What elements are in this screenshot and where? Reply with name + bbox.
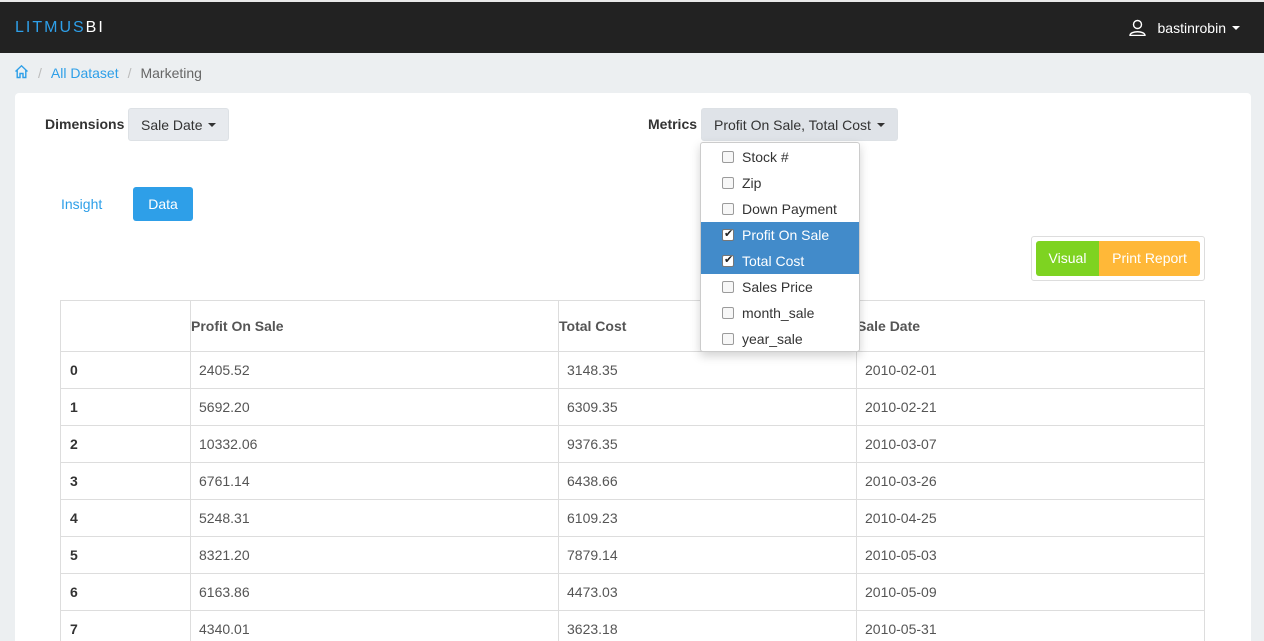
cell-profit-on-sale: 6761.14 — [190, 462, 559, 500]
tab-data[interactable]: Data — [133, 187, 193, 221]
brand-text-primary: LITMUS — [15, 19, 86, 36]
cell-profit-on-sale: 2405.52 — [190, 351, 559, 389]
metrics-dropdown-menu: Stock # Zip Down Payment Profit On Sale … — [700, 142, 860, 352]
row-index: 4 — [60, 499, 191, 537]
column-header-profit-on-sale[interactable]: Profit On Sale — [190, 300, 559, 352]
cell-sale-date: 2010-03-07 — [856, 425, 1205, 463]
brand-text-secondary: BI — [85, 19, 105, 36]
cell-sale-date: 2010-04-25 — [856, 499, 1205, 537]
dimensions-value: Sale Date — [141, 116, 203, 133]
caret-down-icon — [1232, 25, 1240, 30]
view-actions-group: Visual Print Report — [1031, 236, 1205, 281]
data-table: Profit On Sale Total Cost Sale Date 0 24… — [60, 300, 1205, 641]
table-row: 2 10332.06 9376.35 2010-03-07 — [60, 425, 1205, 463]
cell-total-cost: 6109.23 — [558, 499, 857, 537]
cell-sale-date: 2010-02-21 — [856, 388, 1205, 426]
metric-option-month-sale[interactable]: month_sale — [701, 300, 859, 326]
cell-total-cost: 3148.35 — [558, 351, 857, 389]
row-index: 6 — [60, 573, 191, 611]
print-report-button[interactable]: Print Report — [1099, 241, 1200, 276]
checkbox[interactable] — [722, 151, 734, 163]
cell-sale-date: 2010-05-09 — [856, 573, 1205, 611]
row-index: 2 — [60, 425, 191, 463]
metrics-value: Profit On Sale, Total Cost — [714, 116, 871, 133]
table-row: 7 4340.01 3623.18 2010-05-31 — [60, 610, 1205, 641]
home-icon[interactable] — [14, 64, 29, 82]
metric-option-label: Profit On Sale — [742, 227, 830, 243]
table-row: 6 6163.86 4473.03 2010-05-09 — [60, 573, 1205, 611]
table-row: 1 5692.20 6309.35 2010-02-21 — [60, 388, 1205, 426]
metric-option-label: year_sale — [742, 331, 803, 347]
row-index: 0 — [60, 351, 191, 389]
metric-option-down-payment[interactable]: Down Payment — [701, 196, 859, 222]
caret-down-icon — [876, 122, 885, 127]
cell-profit-on-sale: 6163.86 — [190, 573, 559, 611]
row-index: 1 — [60, 388, 191, 426]
cell-total-cost: 6438.66 — [558, 462, 857, 500]
breadcrumb-separator: / — [38, 65, 42, 81]
metric-option-year-sale[interactable]: year_sale — [701, 326, 859, 352]
metric-option-zip[interactable]: Zip — [701, 170, 859, 196]
metric-option-total-cost[interactable]: Total Cost — [701, 248, 859, 274]
breadcrumb-all-dataset[interactable]: All Dataset — [51, 65, 119, 81]
row-index: 3 — [60, 462, 191, 500]
cell-total-cost: 6309.35 — [558, 388, 857, 426]
cell-total-cost: 4473.03 — [558, 573, 857, 611]
cell-sale-date: 2010-03-26 — [856, 462, 1205, 500]
table-row: 5 8321.20 7879.14 2010-05-03 — [60, 536, 1205, 574]
cell-profit-on-sale: 5692.20 — [190, 388, 559, 426]
metric-option-profit-on-sale[interactable]: Profit On Sale — [701, 222, 859, 248]
checkbox[interactable] — [722, 307, 734, 319]
checkbox[interactable] — [722, 203, 734, 215]
table-row: 4 5248.31 6109.23 2010-04-25 — [60, 499, 1205, 537]
metrics-label: Metrics — [648, 116, 698, 132]
brand-logo[interactable]: LITMUSBI — [15, 19, 105, 37]
cell-total-cost: 7879.14 — [558, 536, 857, 574]
metric-option-sales-price[interactable]: Sales Price — [701, 274, 859, 300]
checkbox[interactable] — [722, 333, 734, 345]
table-row: 0 2405.52 3148.35 2010-02-01 — [60, 351, 1205, 389]
dimensions-label: Dimensions — [45, 116, 125, 132]
user-menu[interactable]: bastinrobin — [1128, 19, 1240, 36]
caret-down-icon — [208, 122, 217, 127]
cell-sale-date: 2010-05-03 — [856, 536, 1205, 574]
checkbox[interactable] — [722, 281, 734, 293]
cell-profit-on-sale: 5248.31 — [190, 499, 559, 537]
checkbox[interactable] — [722, 177, 734, 189]
row-index: 5 — [60, 536, 191, 574]
column-header-sale-date[interactable]: Sale Date — [856, 300, 1205, 352]
username-label: bastinrobin — [1157, 19, 1227, 36]
checkbox-checked[interactable] — [722, 227, 734, 241]
cell-total-cost: 3623.18 — [558, 610, 857, 641]
dimensions-dropdown[interactable]: Sale Date — [128, 108, 230, 141]
metric-option-label: month_sale — [742, 305, 815, 321]
metric-option-label: Zip — [742, 175, 762, 191]
breadcrumb: / All Dataset / Marketing — [0, 53, 1264, 93]
metric-option-label: Total Cost — [742, 253, 805, 269]
breadcrumb-separator: / — [127, 65, 132, 81]
cell-profit-on-sale: 10332.06 — [190, 425, 559, 463]
table-row: 3 6761.14 6438.66 2010-03-26 — [60, 462, 1205, 500]
column-header-index — [60, 300, 191, 352]
metrics-dropdown[interactable]: Profit On Sale, Total Cost — [701, 108, 898, 141]
user-icon — [1128, 19, 1146, 36]
cell-profit-on-sale: 4340.01 — [190, 610, 559, 641]
table-header-row: Profit On Sale Total Cost Sale Date — [60, 300, 1205, 352]
metric-option-label: Stock # — [742, 149, 789, 165]
visual-button[interactable]: Visual — [1036, 241, 1099, 276]
top-navbar: LITMUSBI bastinrobin — [0, 0, 1264, 53]
tab-insight[interactable]: Insight — [60, 187, 103, 221]
row-index: 7 — [60, 610, 191, 641]
cell-total-cost: 9376.35 — [558, 425, 857, 463]
cell-profit-on-sale: 8321.20 — [190, 536, 559, 574]
metric-option-stock[interactable]: Stock # — [701, 144, 859, 170]
checkbox-checked[interactable] — [722, 253, 734, 267]
metric-option-label: Sales Price — [742, 279, 813, 295]
cell-sale-date: 2010-05-31 — [856, 610, 1205, 641]
breadcrumb-current: Marketing — [140, 65, 202, 81]
metric-option-label: Down Payment — [742, 201, 837, 217]
cell-sale-date: 2010-02-01 — [856, 351, 1205, 389]
